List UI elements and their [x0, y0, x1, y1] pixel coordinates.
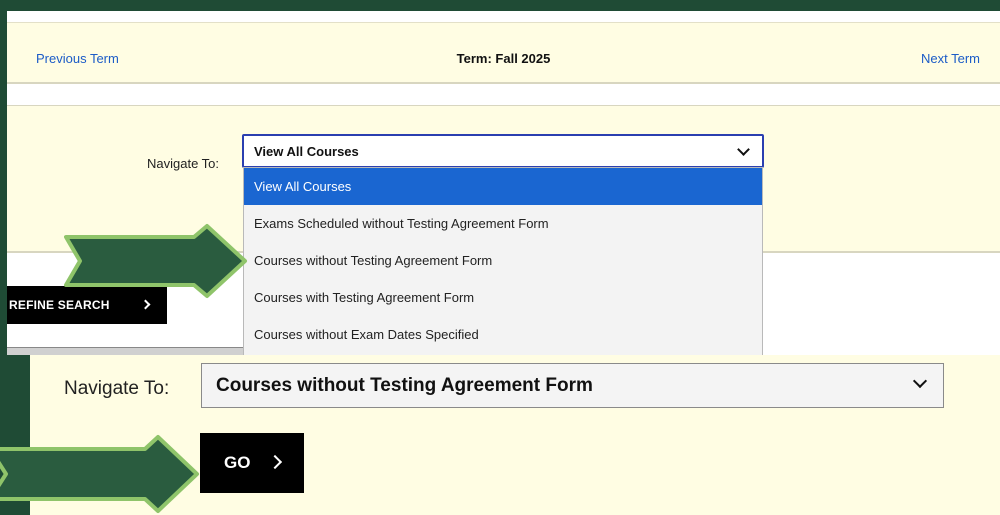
navigate-to-selected-value: View All Courses [254, 144, 359, 159]
refine-search-label: REFINE SEARCH [9, 298, 110, 312]
term-navigation-bar: Previous Term Term: Fall 2025 Next Term [7, 22, 1000, 84]
current-term-label: Term: Fall 2025 [456, 51, 551, 66]
navigate-to-options-list: View All Courses Exams Scheduled without… [243, 167, 763, 355]
navigate-to-select[interactable]: View All Courses [242, 134, 764, 168]
divider [7, 347, 243, 355]
option-exams-without-agreement[interactable]: Exams Scheduled without Testing Agreemen… [244, 205, 762, 242]
pointer-arrow-icon [64, 224, 247, 298]
option-courses-with-agreement[interactable]: Courses with Testing Agreement Form [244, 279, 762, 316]
navigate-to-selected-value: Courses without Testing Agreement Form [216, 375, 593, 396]
go-label: GO [224, 453, 251, 472]
navigate-to-select[interactable]: Courses without Testing Agreement Form [201, 363, 944, 408]
option-view-all-courses[interactable]: View All Courses [244, 168, 762, 205]
option-courses-without-exam-dates[interactable]: Courses without Exam Dates Specified [244, 316, 762, 353]
go-button[interactable]: GO [200, 433, 304, 493]
navigate-to-label: Navigate To: [64, 378, 170, 399]
chevron-right-icon [267, 454, 283, 470]
pointer-arrow-icon [0, 435, 199, 513]
top-screenshot: Previous Term Term: Fall 2025 Next Term … [7, 11, 1000, 355]
chevron-down-icon [737, 143, 750, 156]
chevron-down-icon [912, 373, 928, 389]
option-courses-without-agreement[interactable]: Courses without Testing Agreement Form [244, 242, 762, 279]
chevron-right-icon [140, 299, 151, 310]
navigate-to-label: Navigate To: [147, 156, 220, 171]
next-term-link[interactable]: Next Term [921, 51, 980, 66]
